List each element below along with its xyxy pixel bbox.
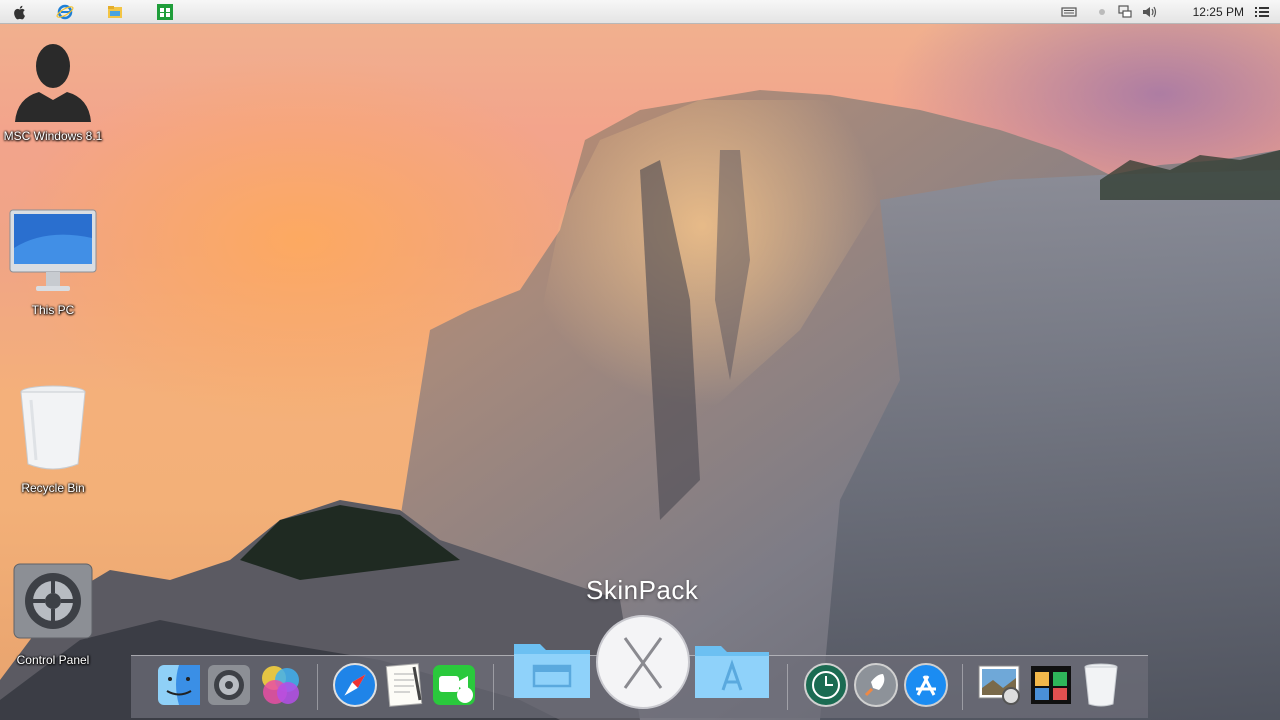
keyboard-icon[interactable] (1060, 3, 1078, 21)
photo-booth-icon[interactable] (1029, 664, 1073, 706)
system-preferences-icon[interactable] (207, 664, 251, 706)
menu-list-icon[interactable] (1253, 3, 1271, 21)
desktop-icon-recycle-bin[interactable]: Recycle Bin (3, 382, 103, 495)
desktop-icon-label: This PC (31, 303, 75, 317)
store-icon[interactable] (156, 3, 174, 21)
game-center-icon[interactable] (257, 662, 303, 708)
top-menubar: 12:25 PM (0, 0, 1280, 24)
network-icon[interactable] (1116, 3, 1134, 21)
finder-icon[interactable] (157, 664, 201, 706)
dock-separator (493, 664, 494, 710)
dot-icon (1099, 9, 1105, 15)
gear-icon (13, 563, 93, 639)
desktop-icon-label: Recycle Bin (21, 481, 85, 495)
trash-icon[interactable] (1081, 662, 1121, 708)
time-machine-icon[interactable] (803, 662, 849, 708)
desktop-icon-this-pc[interactable]: This PC (3, 208, 103, 317)
desktop-icon-control-panel[interactable]: Control Panel (3, 562, 103, 667)
facetime-icon[interactable] (432, 664, 476, 706)
desktop-icon-label: Control Panel (16, 653, 90, 667)
os-x-icon[interactable] (595, 614, 691, 710)
clock[interactable]: 12:25 PM (1193, 5, 1244, 19)
dock-separator (317, 664, 318, 710)
desktop-icon-label: MSC Windows 8.1 (3, 129, 103, 143)
desktop-icon-msc-windows[interactable]: MSC Windows 8.1 (3, 40, 103, 143)
monitor-icon (9, 209, 97, 291)
volume-icon[interactable] (1140, 3, 1158, 21)
user-icon (15, 44, 91, 122)
internet-explorer-icon[interactable] (56, 3, 74, 21)
file-explorer-icon[interactable] (106, 3, 124, 21)
applications-folder-icon[interactable] (693, 638, 771, 700)
mountain-landscape (0, 90, 1280, 720)
launchpad-icon[interactable] (853, 662, 899, 708)
dock-separator (787, 664, 788, 710)
app-store-icon[interactable] (903, 662, 949, 708)
textedit-icon[interactable] (384, 662, 426, 708)
dock-hover-label: SkinPack (586, 575, 699, 605)
folder-icon[interactable] (512, 636, 592, 700)
dock-separator (962, 664, 963, 710)
safari-icon[interactable] (332, 662, 378, 708)
preview-icon[interactable] (977, 664, 1023, 706)
apple-icon[interactable] (11, 3, 29, 21)
trash-icon (20, 385, 86, 470)
